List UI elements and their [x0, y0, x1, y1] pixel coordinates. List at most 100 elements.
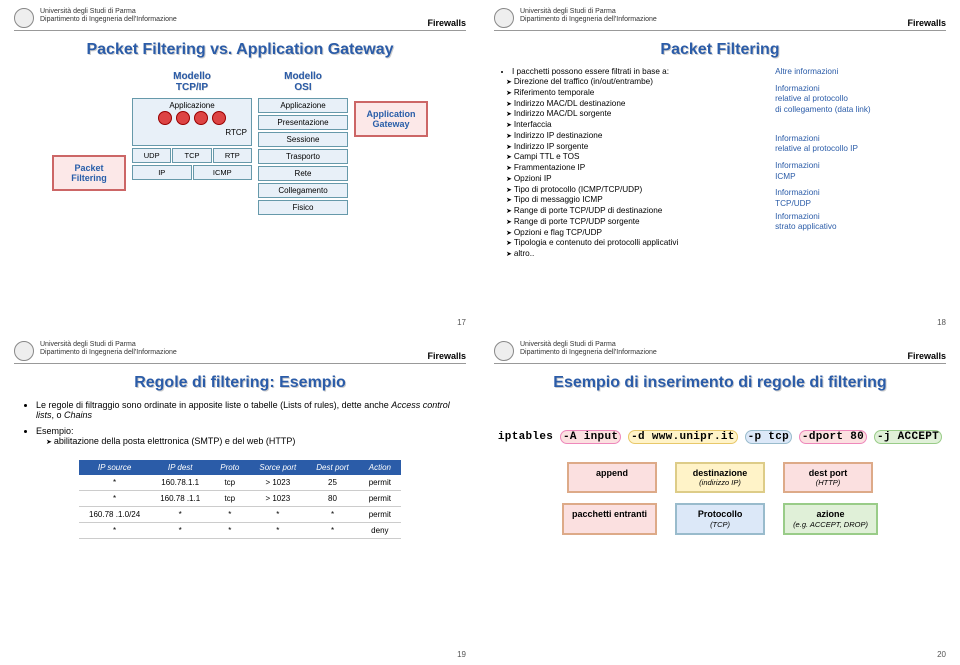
slide-header: Università degli Studi di Parma Dipartim… [494, 341, 946, 364]
cmd-proto: -p tcp [745, 430, 792, 444]
legend-dport: dest port(HTTP) [783, 462, 873, 494]
osi-layer: Trasporto [258, 149, 348, 164]
info-dl: relative al protocollo [775, 94, 942, 105]
filter-item: Opzioni IP [506, 174, 765, 185]
slide-20: Università degli Studi di Parma Dipartim… [480, 333, 960, 665]
legend-dest: destinazione(indirizzo IP) [675, 462, 765, 494]
info-ip: Informazioni [775, 134, 942, 145]
filter-item: Frammentazione IP [506, 163, 765, 174]
dept-name: Dipartimento di Ingegneria dell'Informaz… [40, 349, 421, 357]
topic: Firewalls [427, 351, 466, 361]
slide-19: Università degli Studi di Parma Dipartim… [0, 333, 480, 665]
filter-item: Campi TTL e TOS [506, 152, 765, 163]
filter-item: Indirizzo IP sorgente [506, 142, 765, 153]
cmd-append: -A input [560, 430, 621, 444]
university-logo [494, 341, 514, 361]
slide-title: Esempio di inserimento di regole di filt… [494, 374, 946, 392]
th: Proto [210, 460, 249, 475]
filter-item: Range di porte TCP/UDP sorgente [506, 217, 765, 228]
slide-title: Packet Filtering [494, 41, 946, 59]
tcpip-app-layer: Applicazione RTCP [132, 98, 252, 146]
slide-title: Regole di filtering: Esempio [14, 374, 466, 392]
th: IP dest [150, 460, 210, 475]
table-row: *****deny [79, 522, 401, 538]
slide-header: Università degli Studi di Parma Dipartim… [14, 341, 466, 364]
tcpip-tcp: TCP [172, 148, 211, 163]
info-dl: di collegamento (data link) [775, 105, 942, 116]
filter-item: Tipo di protocollo (ICMP/TCP/UDP) [506, 185, 765, 196]
filter-item: Opzioni e flag TCP/UDP [506, 228, 765, 239]
info-ip: relative al protocollo IP [775, 144, 942, 155]
slide-17: Università degli Studi di Parma Dipartim… [0, 0, 480, 333]
proto-circle-icon [176, 111, 190, 125]
filter-item: Interfaccia [506, 120, 765, 131]
uni-name: Università degli Studi di Parma [520, 341, 901, 349]
cmd-dport: -dport 80 [799, 430, 867, 444]
cmd-iptables: iptables [498, 431, 553, 443]
bullet-2: Esempio: abilitazione della posta elettr… [36, 426, 460, 446]
topic: Firewalls [427, 18, 466, 28]
bullet-1: Le regole di filtraggio sono ordinate in… [36, 400, 460, 420]
osi-layer: Fisico [258, 200, 348, 215]
legend-proto: Protocollo(TCP) [675, 503, 765, 535]
table-row: 160.78 .1.0/24****permit [79, 506, 401, 522]
tcpip-udp: UDP [132, 148, 171, 163]
info-dl: Informazioni [775, 84, 942, 95]
uni-name: Università degli Studi di Parma [40, 341, 421, 349]
page-number: 20 [937, 650, 946, 659]
filter-item: Riferimento temporale [506, 88, 765, 99]
th: Action [359, 460, 401, 475]
proto-circle-icon [212, 111, 226, 125]
dept-name: Dipartimento di Ingegneria dell'Informaz… [40, 16, 421, 24]
bullet-2-sub: abilitazione della posta elettronica (SM… [46, 436, 460, 446]
dept-name: Dipartimento di Ingegneria dell'Informaz… [520, 349, 901, 357]
cmd-action: -j ACCEPT [874, 430, 942, 444]
topic: Firewalls [907, 351, 946, 361]
info-tcp: Informazioni [775, 188, 942, 199]
lead-bullet: I pacchetti possono essere filtrati in b… [512, 67, 765, 76]
osi-h2: OSI [294, 82, 311, 93]
iptables-command: iptables -A input -d www.unipr.it -p tcp… [494, 430, 946, 444]
filter-item: Tipo di messaggio ICMP [506, 195, 765, 206]
filter-item: Range di porte TCP/UDP di destinazione [506, 206, 765, 217]
filter-item: Direzione del traffico (in/out/entrambe) [506, 77, 765, 88]
slide-title: Packet Filtering vs. Application Gateway [14, 41, 466, 59]
slide-header: Università degli Studi di Parma Dipartim… [494, 8, 946, 31]
topic: Firewalls [907, 18, 946, 28]
info-app: strato applicativo [775, 222, 942, 233]
osi-layer: Applicazione [258, 98, 348, 113]
university-logo [14, 8, 34, 28]
proto-circle-icon [194, 111, 208, 125]
info-icmp: ICMP [775, 172, 942, 183]
filter-item: Indirizzo MAC/DL destinazione [506, 99, 765, 110]
table-row: *160.78 .1.1tcp> 102380permit [79, 490, 401, 506]
page-number: 17 [457, 318, 466, 327]
uni-name: Università degli Studi di Parma [520, 8, 901, 16]
info-icmp: Informazioni [775, 161, 942, 172]
osi-layer: Collegamento [258, 183, 348, 198]
tcpip-app-label: Applicazione [135, 101, 249, 110]
filter-item: Tipologia e contenuto dei protocolli app… [506, 238, 765, 249]
proto-circle-icon [158, 111, 172, 125]
slide-18: Università degli Studi di Parma Dipartim… [480, 0, 960, 333]
th: Sorce port [249, 460, 306, 475]
osi-layer: Sessione [258, 132, 348, 147]
dept-name: Dipartimento di Ingegneria dell'Informaz… [520, 16, 901, 24]
osi-layer: Rete [258, 166, 348, 181]
packet-filtering-callout: PacketFiltering [52, 155, 126, 191]
table-row: *160.78.1.1tcp> 102325permit [79, 475, 401, 491]
legend-append: append [567, 462, 657, 494]
legend-action: azione(e.g. ACCEPT, DROP) [783, 503, 878, 535]
tcpip-icmp: ICMP [193, 165, 253, 180]
tcpip-rtp: RTP [213, 148, 252, 163]
diagram: PacketFiltering ModelloTCP/IP Applicazio… [14, 71, 466, 215]
tcpip-ip: IP [132, 165, 192, 180]
page-number: 18 [937, 318, 946, 327]
page-number: 19 [457, 650, 466, 659]
th: IP source [79, 460, 150, 475]
info-tcp: TCP/UDP [775, 199, 942, 210]
info-app: Informazioni [775, 212, 942, 223]
tcpip-rtcp: RTCP [135, 128, 249, 137]
legend-pin: pacchetti entranti [562, 503, 657, 535]
filter-item: altro.. [506, 249, 765, 260]
